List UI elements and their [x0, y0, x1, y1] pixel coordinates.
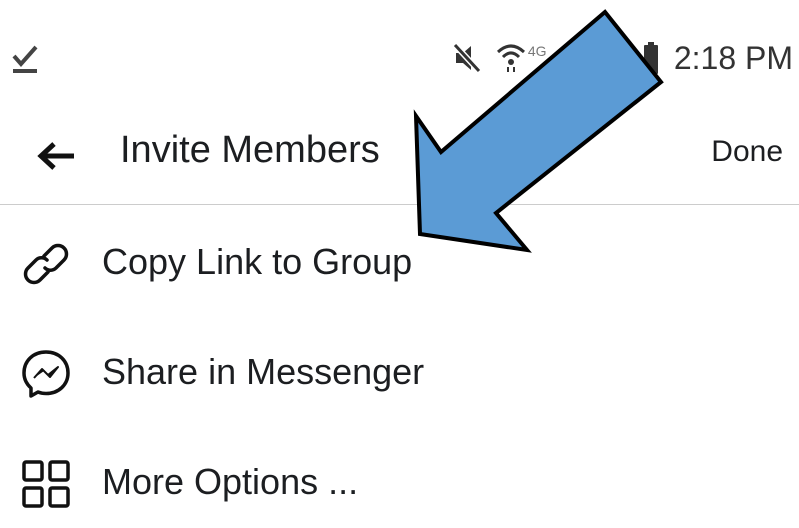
download-done-icon: [12, 45, 38, 73]
menu-item-more-options[interactable]: More Options ...: [0, 428, 799, 528]
menu-item-copy-link[interactable]: Copy Link to Group: [0, 208, 799, 308]
menu-item-share-messenger[interactable]: Share in Messenger: [0, 318, 799, 418]
back-arrow-icon: [37, 142, 74, 170]
status-icons: 4G 2:18 PM: [452, 36, 793, 80]
messenger-icon: [22, 350, 70, 398]
mute-icon: [452, 42, 482, 74]
header-divider: [0, 204, 799, 205]
page-title: Invite Members: [120, 129, 380, 171]
done-button[interactable]: Done: [711, 132, 783, 172]
menu-item-label: More Options ...: [102, 461, 359, 502]
link-icon: [23, 243, 69, 285]
battery-icon: [643, 42, 658, 74]
app-header: Invite Members Done: [0, 110, 799, 204]
back-button[interactable]: [32, 132, 80, 180]
wifi-icon: [496, 44, 525, 72]
network-indicator: 4G: [496, 41, 558, 75]
network-type-label: 4G: [527, 43, 547, 59]
menu-item-label: Copy Link to Group: [102, 241, 413, 282]
grid-icon: [22, 460, 70, 508]
menu-item-label: Share in Messenger: [102, 351, 425, 392]
status-bar: 4G 2:18 PM: [0, 0, 799, 110]
status-time: 2:18 PM: [673, 39, 793, 76]
